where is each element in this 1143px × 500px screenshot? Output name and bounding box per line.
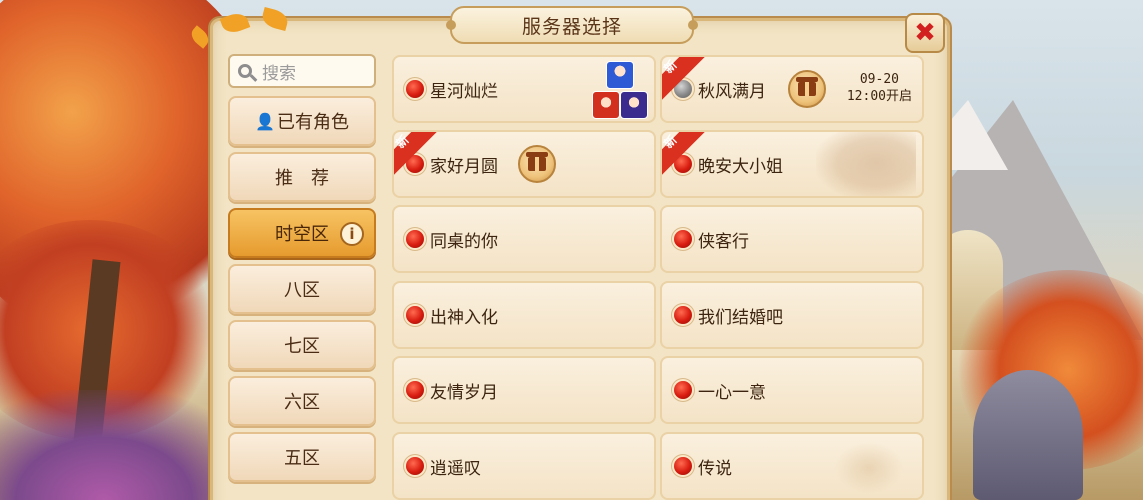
server-card[interactable]: 出神入化 [392,281,656,349]
tab-spacetime-zone[interactable]: 时空区 i [228,208,376,258]
server-card[interactable]: 同桌的你 [392,205,656,273]
server-card[interactable]: 新 晚安大小姐 [660,130,924,198]
page-title: 服务器选择 [521,15,622,38]
info-icon[interactable]: i [340,222,364,246]
tab-zone-8[interactable]: 八区 [228,264,376,314]
avatar [606,61,634,89]
tab-zone-5[interactable]: 五区 [228,432,376,482]
server-name: 出神入化 [430,307,498,328]
tab-existing-characters[interactable]: 👤 已有角色 [228,96,376,146]
tab-label: 六区 [284,392,320,413]
open-time: 09-20 12:00开启 [847,71,912,105]
gift-icon[interactable] [788,70,826,108]
server-name: 传说 [698,458,732,479]
new-badge: 新 [394,132,438,176]
status-dot [674,457,692,475]
gift-icon[interactable] [518,145,556,183]
close-icon: ✖ [914,18,936,48]
tab-label: 七区 [284,336,320,357]
server-name: 家好月圆 [430,156,498,177]
person-icon: 👤 [255,111,275,131]
close-button[interactable]: ✖ [905,13,945,53]
tab-recommended[interactable]: 推 荐 [228,152,376,202]
status-dot [406,457,424,475]
open-date-text: 09-20 [859,72,899,87]
server-name: 我们结婚吧 [698,307,783,328]
tab-label: 时空区 [275,224,329,245]
status-dot [674,230,692,248]
server-card[interactable]: 新 秋风满月 09-20 12:00开启 [660,55,924,123]
avatar [592,91,620,119]
server-name: 一心一意 [698,382,766,403]
server-name: 星河灿烂 [430,81,498,102]
server-card[interactable]: 侠客行 [660,205,924,273]
status-dot [406,306,424,324]
server-name: 秋风满月 [698,81,766,102]
title-plate: 服务器选择 [446,6,698,44]
open-time-text: 12:00开启 [846,89,912,104]
server-name: 晚安大小姐 [698,156,783,177]
server-card[interactable]: 新 家好月圆 [392,130,656,198]
character-portrait [816,132,916,196]
server-card[interactable]: 星河灿烂 [392,55,656,123]
status-dot [406,230,424,248]
tab-label: 已有角色 [276,112,349,133]
search-icon [238,64,252,78]
tab-zone-7[interactable]: 七区 [228,320,376,370]
status-dot [674,381,692,399]
status-dot [674,306,692,324]
server-name: 友情岁月 [430,382,498,403]
server-card[interactable]: 传说 [660,432,924,500]
server-name: 侠客行 [698,231,749,252]
new-badge: 新 [662,132,706,176]
new-badge: 新 [662,57,706,101]
server-card[interactable]: 我们结婚吧 [660,281,924,349]
search-placeholder: 搜索 [262,63,296,84]
tab-label: 八区 [284,280,320,301]
server-name: 同桌的你 [430,231,498,252]
tab-label: 推 荐 [275,168,329,189]
status-dot [406,80,424,98]
status-dot [406,381,424,399]
avatar [620,91,648,119]
server-name: 逍遥叹 [430,458,481,479]
server-card[interactable]: 一心一意 [660,356,924,424]
server-card[interactable]: 逍遥叹 [392,432,656,500]
logo-watermark [834,442,904,494]
stone-statue [973,370,1083,500]
tab-label: 五区 [284,448,320,469]
search-input[interactable]: 搜索 [228,54,376,88]
server-card[interactable]: 友情岁月 [392,356,656,424]
tab-zone-6[interactable]: 六区 [228,376,376,426]
